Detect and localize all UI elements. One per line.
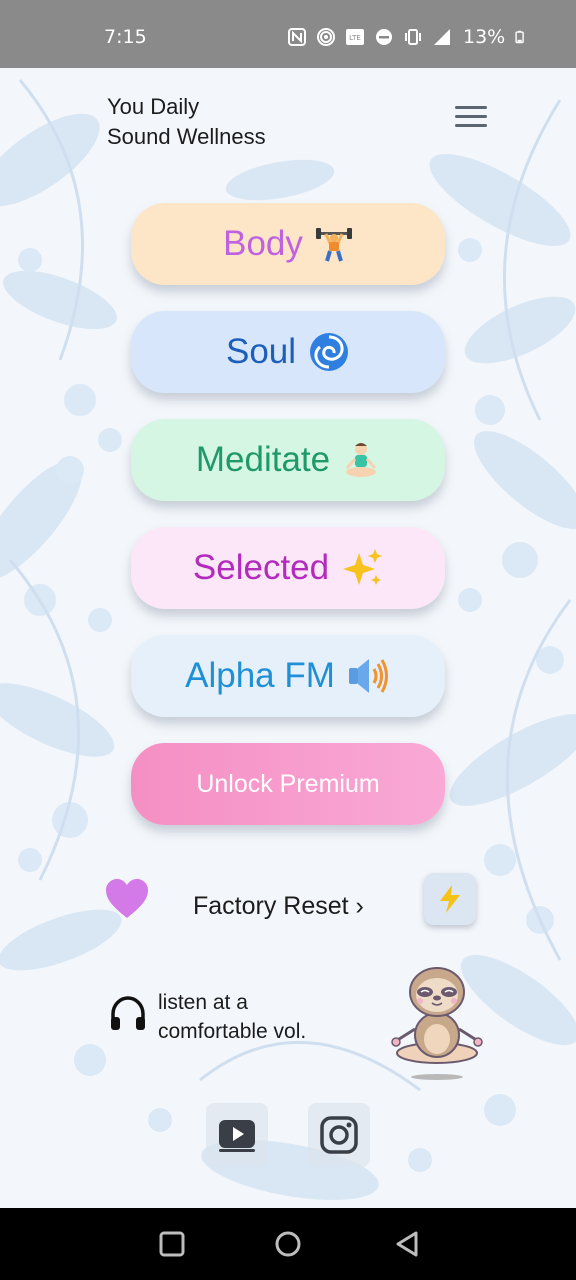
status-icons: LTE 13%: [287, 26, 528, 48]
meditation-person-icon: [342, 441, 380, 479]
listen-hint: listen at a comfortable vol.: [158, 988, 306, 1046]
battery-percent: 13%: [463, 26, 506, 48]
app-title: You Daily Sound Wellness: [107, 92, 266, 152]
lightning-button[interactable]: [424, 873, 476, 925]
dnd-icon: [376, 29, 392, 45]
home-button[interactable]: [272, 1228, 304, 1260]
hamburger-menu-button[interactable]: [455, 106, 491, 136]
alpha-fm-label: Alpha FM: [185, 656, 335, 695]
instagram-icon: [320, 1116, 358, 1154]
meditating-sloth-illustration: [391, 967, 483, 1080]
meditate-label: Meditate: [195, 440, 331, 479]
youtube-icon: [219, 1120, 255, 1152]
meditate-button[interactable]: Meditate: [131, 419, 445, 501]
lightning-icon: [440, 885, 460, 913]
sparkles-icon: [341, 547, 383, 589]
unlock-premium-label: Unlock Premium: [196, 769, 380, 798]
soul-label: Soul: [225, 332, 297, 371]
listen-hint-line1: listen at a: [158, 991, 248, 1014]
headphones-icon: [111, 996, 145, 1030]
selected-label: Selected: [192, 548, 330, 587]
selected-button[interactable]: Selected: [131, 527, 445, 609]
factory-reset-link[interactable]: Factory Reset ›: [193, 892, 364, 921]
hamburger-icon: [455, 106, 487, 109]
battery-icon: [515, 30, 525, 44]
body-button[interactable]: Body: [131, 203, 445, 285]
volte-icon: LTE: [346, 29, 364, 45]
signal-icon: [434, 29, 450, 45]
status-bar: 7:15 LTE 13%: [0, 0, 576, 68]
heart-icon[interactable]: [104, 878, 150, 920]
app-title-line2: Sound Wellness: [107, 124, 266, 149]
body-label: Body: [223, 224, 303, 263]
app-title-line1: You Daily: [107, 94, 200, 119]
recent-apps-button[interactable]: [156, 1228, 188, 1260]
soul-button[interactable]: Soul: [131, 311, 445, 393]
cyclone-icon: [308, 331, 350, 373]
unlock-premium-button[interactable]: Unlock Premium: [131, 743, 445, 825]
listen-hint-line2: comfortable vol.: [158, 1020, 307, 1043]
vibrate-icon: [405, 29, 421, 45]
youtube-button[interactable]: [206, 1103, 268, 1167]
svg-text:LTE: LTE: [349, 34, 361, 42]
weightlifter-icon: [315, 225, 353, 263]
status-time: 7:15: [104, 26, 147, 48]
alpha-fm-button[interactable]: Alpha FM: [131, 635, 445, 717]
hotspot-icon: [317, 28, 335, 46]
back-button[interactable]: [392, 1228, 424, 1260]
nfc-icon: [288, 28, 306, 46]
speaker-icon: [347, 655, 391, 697]
navigation-bar: [0, 1208, 576, 1280]
instagram-button[interactable]: [308, 1103, 370, 1167]
